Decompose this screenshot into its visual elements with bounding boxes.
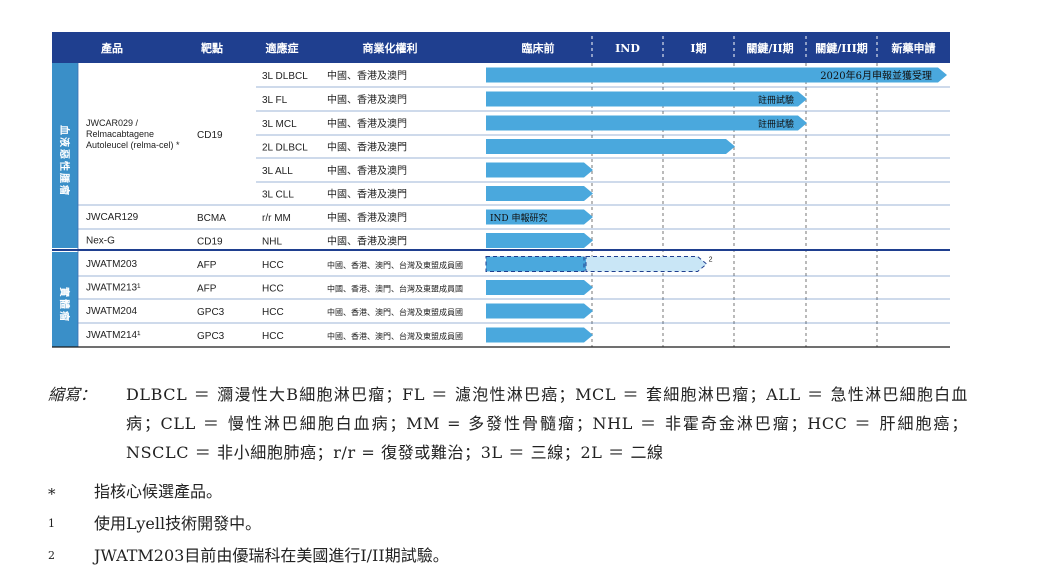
product-name: JWATM204 [86,306,138,317]
progress-label: 註冊試驗 [758,94,794,106]
indication-cell: HCC [262,284,284,295]
progress-bar [486,303,593,319]
footnote-ref: 2 [709,257,713,264]
rights-cell: 中國、香港及澳門 [327,141,407,154]
header-stage-3: 關鍵/II期 [746,41,793,55]
rights-cell: 中國、香港及澳門 [327,93,407,106]
rights-cell: 中國、香港及澳門 [327,69,407,82]
target-cell: CD19 [197,130,223,141]
product-name: Relmacabtagene [86,129,154,139]
header-stage-4: 關鍵/III期 [815,41,867,55]
progress-label: 2020年6月申報並獲受理 [820,69,932,82]
target-cell: CD19 [197,237,223,248]
product-name: JWATM203 [86,259,138,270]
header-rights: 商業化權利 [363,41,418,55]
group-blood-label: 惡 [58,149,70,159]
progress-bar-planned [585,256,708,272]
indication-cell: 3L CLL [262,190,294,201]
target-cell: BCMA [197,213,226,224]
progress-bar [486,186,593,201]
product-name: JWATM214¹ [86,330,141,341]
header-stage-5: 新藥申請 [892,41,936,55]
rights-cell: 中國、香港及澳門 [327,164,407,177]
header-target: 靶點 [201,41,223,55]
indication-cell: NHL [262,237,282,248]
indication-cell: HCC [262,331,284,342]
pipeline-table: 產品 靶點 適應症 商業化權利 臨床前 IND I期 關鍵/II期 關鍵/III期 新藥申請血液惡… [52,32,950,348]
footnote-mark: 2 [48,549,55,562]
indication-cell: 3L FL [262,95,288,106]
footnote-text: 指核心候選產品。 [94,482,223,501]
rights-cell: 中國、香港、澳門、台灣及東盟成員國 [327,260,463,270]
rights-cell: 中國、香港及澳門 [327,117,407,130]
rights-cell: 中國、香港、澳門、台灣及東盟成員國 [327,331,463,341]
indication-cell: 3L DLBCL [262,71,308,82]
progress-bar [486,162,593,178]
rights-cell: 中國、香港、澳門、台灣及東盟成員國 [327,307,463,317]
header-stage-0: 臨床前 [522,41,555,55]
target-cell: GPC3 [197,331,225,342]
indication-cell: HCC [262,260,284,271]
product-name: Autoleucel (relma-cel) * [86,140,180,150]
progress-bar [486,280,593,295]
progress-bar [486,327,593,343]
group-blood-label: 血 [58,125,71,135]
footnote-mark: 1 [48,517,55,530]
group-solid-label: 實 [58,287,71,297]
indication-cell: 2L DLBCL [262,143,308,154]
header-stage-1: IND [615,42,640,55]
progress-bar [486,139,735,154]
header-product: 產品 [100,41,123,55]
product-name: JWCAR129 [86,212,139,223]
group-blood-label: 性 [58,160,71,171]
product-name: Nex-G [86,236,115,247]
product-name: JWATM213¹ [86,283,141,294]
indication-cell: r/r MM [262,213,291,224]
progress-label: IND 申報研究 [490,212,548,224]
target-cell: AFP [197,284,217,295]
rights-cell: 中國、香港及澳門 [327,211,407,224]
header-stage-2: I期 [690,41,706,55]
footnote-text: JWATM203目前由優瑞科在美國進行I/II期試驗。 [94,546,449,565]
group-blood-label: 腫 [58,173,71,183]
progress-bar [486,233,593,248]
abbreviations-text: DLBCL ＝ 瀰漫性大B細胞淋巴瘤；FL ＝ 濾泡性淋巴癌；MCL ＝ 套細胞… [126,385,968,462]
progress-label: 註冊試驗 [758,118,794,130]
footnote-mark: * [48,485,56,503]
abbreviations-label: 縮寫： [48,385,97,404]
footnote-text: 使用Lyell技術開發中。 [94,514,262,533]
rights-cell: 中國、香港及澳門 [327,188,407,201]
indication-cell: HCC [262,307,284,318]
product-name: JWCAR029 / [86,118,139,128]
indication-cell: 3L ALL [262,166,293,177]
rights-cell: 中國、香港、澳門、台灣及東盟成員國 [327,284,463,294]
group-solid-label: 瘤 [58,311,71,321]
target-cell: GPC3 [197,307,225,318]
header-indication: 適應症 [266,41,299,55]
group-solid-label: 體 [58,299,71,309]
group-blood-label: 液 [58,137,71,147]
progress-bar [486,256,593,272]
rights-cell: 中國、香港及澳門 [327,235,407,248]
group-blood-label: 瘤 [58,185,71,195]
indication-cell: 3L MCL [262,119,297,130]
target-cell: AFP [197,260,217,271]
